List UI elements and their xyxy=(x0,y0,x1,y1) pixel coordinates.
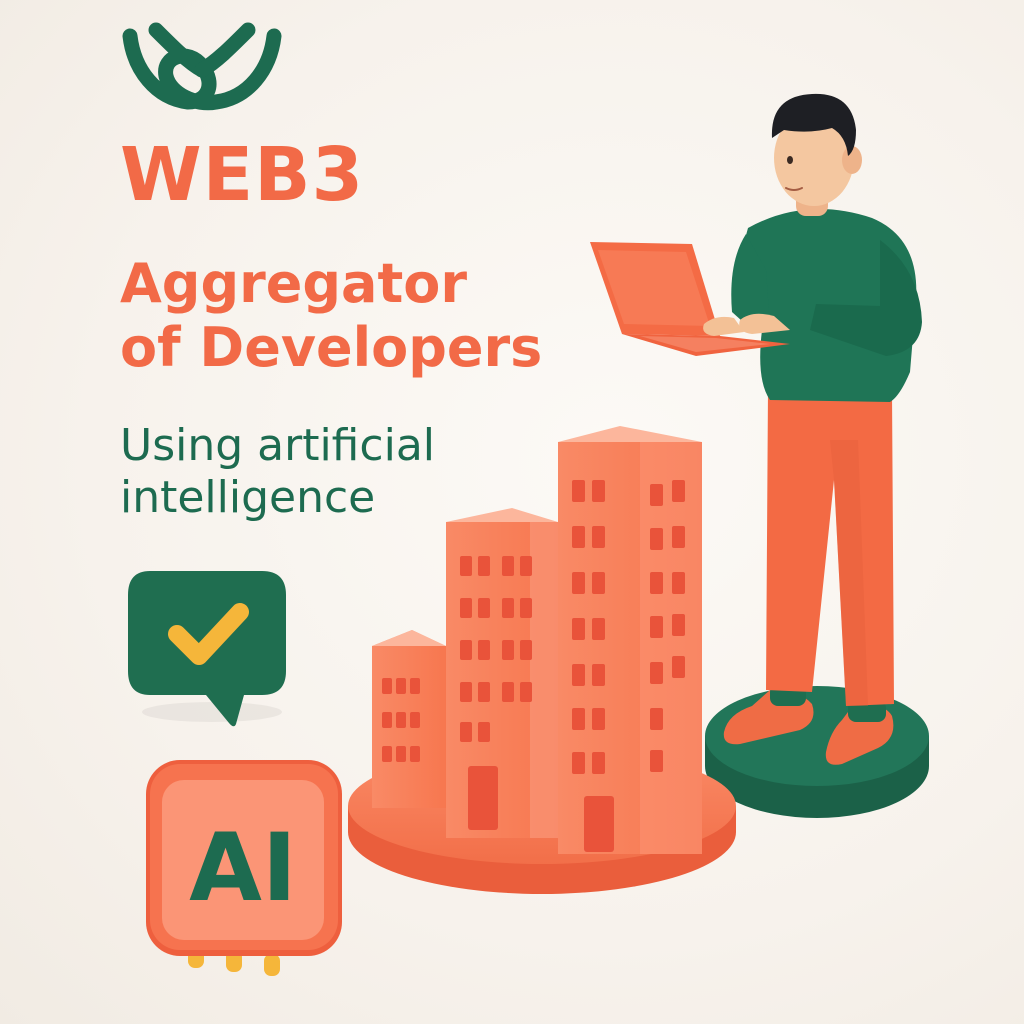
hero-canvas: WEB3 Aggregator of Developers Using arti… xyxy=(0,0,1024,1024)
building-tall xyxy=(558,426,702,854)
ai-chip-label: AI xyxy=(189,814,297,923)
ai-chip-icon: AI xyxy=(146,760,342,976)
person-platform xyxy=(705,686,929,818)
building-small xyxy=(372,630,446,808)
building-medium xyxy=(446,508,558,838)
chat-bubble-check-icon xyxy=(128,571,286,727)
illustration: AI xyxy=(128,93,929,976)
